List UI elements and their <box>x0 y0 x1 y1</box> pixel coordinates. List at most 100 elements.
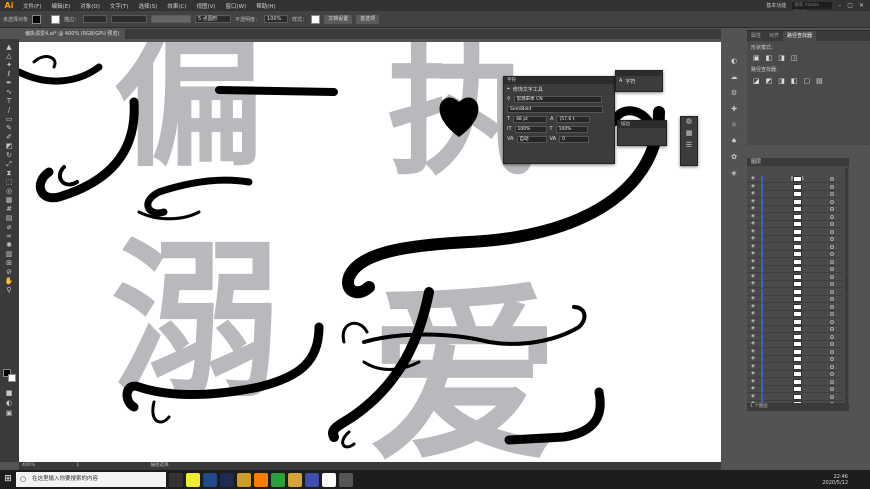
symbols-icon[interactable]: ✿ <box>729 153 739 161</box>
font-style-field[interactable]: SemiBold <box>507 105 603 113</box>
touch-type-tool[interactable]: 修饰文字工具 <box>513 86 543 93</box>
close-icon[interactable]: ✕ <box>859 2 864 9</box>
app-icon[interactable] <box>322 472 336 487</box>
graphic-styles-icon[interactable]: ♠ <box>729 137 739 145</box>
target-icon[interactable] <box>830 237 834 241</box>
vertical-scale-field[interactable]: 100% <box>514 125 547 133</box>
target-icon[interactable] <box>830 364 834 369</box>
illustrator-taskbar-icon[interactable] <box>254 472 268 487</box>
target-icon[interactable] <box>830 327 834 331</box>
menu-edit[interactable]: 编辑(E) <box>46 2 75 10</box>
mesh-tool-icon[interactable]: # <box>4 205 14 213</box>
target-icon[interactable] <box>830 184 834 189</box>
layer-row[interactable]: ◉ <box>747 296 843 303</box>
menu-object[interactable]: 对象(O) <box>75 2 105 10</box>
layer-row[interactable]: ◉ <box>747 341 843 348</box>
folder-icon[interactable] <box>237 472 251 487</box>
document-tab[interactable]: 偏执溺爱4.ai* @ 400% (RGB/GPU 预览) <box>19 29 126 39</box>
app-icon[interactable] <box>288 472 302 487</box>
target-icon[interactable] <box>830 199 834 204</box>
system-clock[interactable]: 22:46 2020/5/12 <box>822 474 870 486</box>
character-icon[interactable]: A <box>619 78 622 84</box>
opacity-field[interactable]: 100% <box>264 15 289 23</box>
unite-icon[interactable]: ▣ <box>753 54 760 62</box>
symbol-sprayer-tool-icon[interactable]: ✺ <box>4 241 14 249</box>
stroke-weight-field[interactable] <box>83 15 108 23</box>
visibility-eye-icon[interactable]: ◉ <box>751 259 756 264</box>
divide-icon[interactable]: ◪ <box>753 77 760 85</box>
merge-icon[interactable]: ◨ <box>778 77 785 85</box>
layer-row[interactable]: ◉ <box>747 206 843 213</box>
visibility-eye-icon[interactable]: ◉ <box>751 296 756 301</box>
horizontal-scale-field[interactable]: 100% <box>555 125 588 133</box>
layer-row[interactable]: ◉ <box>747 236 843 243</box>
layer-row[interactable]: ◉ <box>747 326 843 333</box>
target-icon[interactable] <box>830 319 834 324</box>
windows-start-icon[interactable]: ⊞ <box>0 470 16 489</box>
layer-row[interactable]: ◉ <box>747 266 843 273</box>
preferences-button[interactable]: 首选项 <box>356 14 380 24</box>
target-icon[interactable] <box>830 192 834 196</box>
tab-pathfinder[interactable]: 路径查找器 <box>783 31 817 41</box>
width-tool-icon[interactable]: ⧗ <box>4 169 14 177</box>
perspective-grid-tool-icon[interactable]: ▦ <box>4 196 14 204</box>
brushes-icon[interactable]: ▦ <box>681 129 697 141</box>
leading-field[interactable]: (57.6 t <box>556 115 591 123</box>
target-icon[interactable] <box>830 387 834 391</box>
outline-icon[interactable]: ▢ <box>804 77 811 85</box>
browser-icon[interactable] <box>203 472 217 487</box>
task-view-icon[interactable] <box>169 472 183 487</box>
target-icon[interactable] <box>830 297 834 301</box>
minus-front-icon[interactable]: ◧ <box>766 54 773 62</box>
visibility-eye-icon[interactable]: ◉ <box>751 251 756 256</box>
color-icon[interactable]: ◐ <box>729 57 739 65</box>
free-transform-tool-icon[interactable]: ⬚ <box>4 178 14 186</box>
gradient-tool-icon[interactable]: ▤ <box>4 214 14 222</box>
visibility-eye-icon[interactable]: ◉ <box>751 229 756 234</box>
layer-row[interactable]: ◉ <box>747 251 843 258</box>
variable-width-profile[interactable] <box>111 15 148 23</box>
direct-selection-tool-icon[interactable]: △ <box>4 52 14 60</box>
taskbar-search-input[interactable]: ○ 在这里输入你要搜索的内容 <box>16 472 166 487</box>
layer-row[interactable]: ◉ <box>747 213 843 221</box>
brush-definition[interactable] <box>151 15 192 23</box>
target-icon[interactable] <box>830 379 834 384</box>
visibility-eye-icon[interactable]: ◉ <box>751 266 756 271</box>
hand-tool-icon[interactable]: ✋ <box>4 277 14 285</box>
tab-properties[interactable]: 属性 <box>747 31 765 41</box>
layer-row[interactable]: ◉ <box>747 386 843 393</box>
visibility-eye-icon[interactable]: ◉ <box>751 371 756 376</box>
intersect-icon[interactable]: ◨ <box>778 54 785 62</box>
stroke-color-icon[interactable] <box>8 374 16 382</box>
target-icon[interactable] <box>830 207 834 211</box>
touch-type-icon[interactable]: ⌖ <box>507 86 510 92</box>
document-setup-button[interactable]: 文档设置 <box>324 14 353 24</box>
visibility-eye-icon[interactable]: ◉ <box>751 394 756 399</box>
style-swatch[interactable] <box>311 14 321 24</box>
visibility-eye-icon[interactable]: ◉ <box>751 326 756 331</box>
curvature-tool-icon[interactable]: ∿ <box>4 88 14 96</box>
visibility-eye-icon[interactable]: ◉ <box>751 244 756 249</box>
target-icon[interactable] <box>830 357 834 361</box>
target-icon[interactable] <box>830 312 834 316</box>
draw-mode-icon[interactable]: ◐ <box>4 399 14 407</box>
menu-effect[interactable]: 效果(C) <box>162 2 191 10</box>
stroke-profile-dropdown[interactable]: 5 点圆形 <box>195 15 232 23</box>
stock-search-input[interactable]: 搜索 Adobe Stock <box>792 2 833 15</box>
target-icon[interactable] <box>830 289 834 294</box>
visibility-eye-icon[interactable]: ◉ <box>751 334 756 339</box>
type-tool-icon[interactable]: T <box>4 97 14 105</box>
visibility-eye-icon[interactable]: ◉ <box>751 191 756 196</box>
eyedropper-tool-icon[interactable]: ⌀ <box>4 223 14 231</box>
libraries-icon[interactable]: ☁ <box>729 73 739 81</box>
font-family-field[interactable]: 思源宋体 CN <box>513 95 602 103</box>
target-icon[interactable] <box>830 342 834 346</box>
menu-type[interactable]: 文字(T) <box>105 2 134 10</box>
layer-row[interactable]: ◉ <box>747 288 843 296</box>
layer-row[interactable]: ◉ <box>747 183 843 191</box>
layer-row[interactable]: ◉ <box>747 378 843 386</box>
tracking-field[interactable]: 0 <box>559 135 590 143</box>
visibility-eye-icon[interactable]: ◉ <box>751 221 756 226</box>
visibility-eye-icon[interactable]: ◉ <box>751 349 756 354</box>
visibility-eye-icon[interactable]: ◉ <box>751 304 756 309</box>
